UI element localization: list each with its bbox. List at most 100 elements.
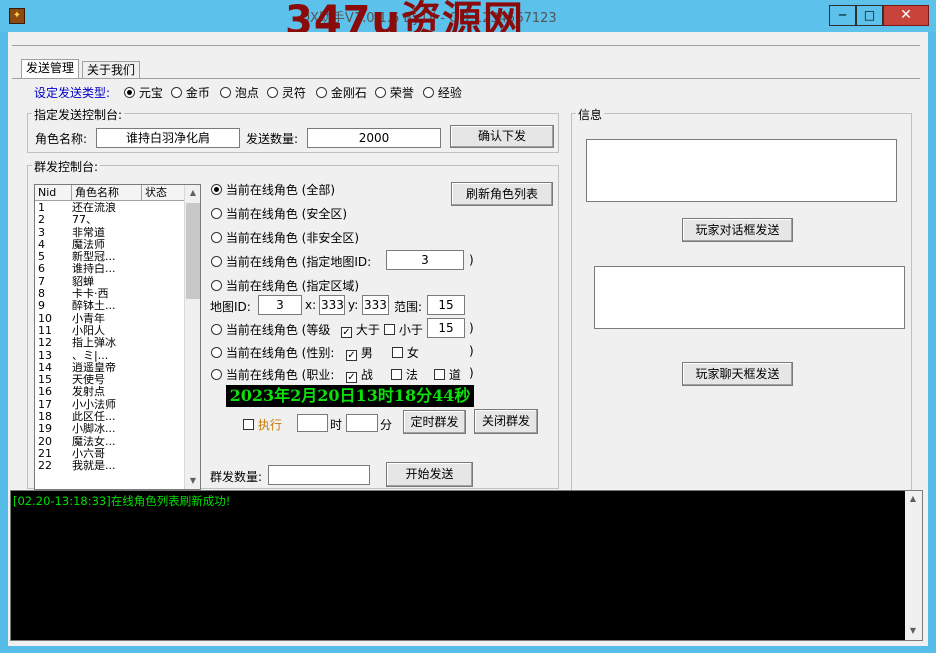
list-item[interactable]: 12 指上弹冰 — [35, 337, 185, 349]
mass-count-input[interactable] — [268, 465, 370, 485]
role-name-input[interactable]: 谁持白羽净化肩 — [96, 128, 240, 148]
dialog-send-button[interactable]: 玩家对话框发送 — [682, 218, 793, 242]
scroll-up-icon[interactable]: ▲ — [905, 491, 921, 507]
opt-level[interactable]: 当前在线角色 (等级 — [211, 321, 330, 338]
opt-safe-zone[interactable]: 当前在线角色 (安全区) — [211, 205, 347, 222]
list-item[interactable]: 3 非常道 — [35, 227, 185, 239]
job-taoist-check[interactable]: 道 — [434, 366, 461, 383]
close-button[interactable]: ✕ — [883, 5, 929, 26]
area-map-input[interactable]: 3 — [258, 295, 302, 315]
column-role-name[interactable]: 角色名称 — [72, 185, 142, 201]
area-range-input[interactable]: 15 — [427, 295, 465, 315]
list-item[interactable]: 6 谁持白... — [35, 263, 185, 275]
send-type-paodian[interactable]: 泡点 — [220, 84, 259, 101]
gender-female-check[interactable]: 女 — [392, 344, 419, 361]
area-x-input[interactable]: 333 — [319, 295, 345, 315]
list-item[interactable]: 5 新型冠... — [35, 251, 185, 263]
list-item-role-name: 、ミ|... — [72, 349, 109, 362]
send-type-diamond[interactable]: 金刚石 — [316, 84, 367, 101]
level-close: ) — [469, 321, 474, 335]
list-item-role-name: 谁持白... — [72, 263, 116, 276]
opt-job[interactable]: 当前在线角色 (职业: — [211, 366, 334, 383]
minute-input[interactable] — [346, 414, 378, 432]
list-item[interactable]: 21 小六哥 — [35, 448, 185, 460]
list-item[interactable]: 16 发射点 — [35, 386, 185, 398]
close-mass-send-button[interactable]: 关闭群发 — [474, 409, 538, 434]
single-send-group-label: 指定发送控制台: — [32, 106, 125, 123]
send-type-yuanbao[interactable]: 元宝 — [124, 84, 163, 101]
opt-unsafe-zone[interactable]: 当前在线角色 (非安全区) — [211, 229, 359, 246]
list-item[interactable]: 13 、ミ|... — [35, 350, 185, 362]
list-item-role-name: 小六哥 — [72, 447, 105, 460]
send-type-honor[interactable]: 荣誉 — [375, 84, 414, 101]
opt-all-online[interactable]: 当前在线角色 (全部) — [211, 181, 335, 198]
list-item[interactable]: 22 我就是... — [35, 460, 185, 472]
confirm-send-button[interactable]: 确认下发 — [450, 125, 554, 148]
list-item-role-name: 醉钵土... — [72, 300, 116, 313]
level-input[interactable]: 15 — [427, 318, 465, 338]
level-lt-check[interactable]: 小于 — [384, 321, 423, 338]
list-item-nid: 2 — [38, 214, 45, 227]
log-console[interactable]: [02.20-13:18:33]在线角色列表刷新成功! ▲ ▼ — [10, 490, 923, 641]
list-item[interactable]: 10 小青年 — [35, 313, 185, 325]
list-item[interactable]: 2 77、 — [35, 214, 185, 226]
scroll-down-icon[interactable]: ▼ — [185, 473, 200, 489]
tab-send-management[interactable]: 发送管理 — [21, 59, 80, 79]
scroll-down-icon[interactable]: ▼ — [905, 623, 921, 639]
info-group-label: 信息 — [576, 106, 605, 123]
list-item[interactable]: 14 逍遥皇帝 — [35, 362, 185, 374]
radio-icon — [211, 280, 222, 291]
tab-about-us[interactable]: 关于我们 — [82, 61, 141, 79]
level-gt-check[interactable]: ✓ 大于 — [341, 321, 380, 338]
chat-send-button[interactable]: 玩家聊天框发送 — [682, 362, 793, 386]
refresh-role-list-button[interactable]: 刷新角色列表 — [451, 182, 553, 206]
radio-icon — [375, 87, 386, 98]
list-item[interactable]: 20 魔法女... — [35, 436, 185, 448]
send-count-label: 发送数量: — [246, 132, 299, 146]
list-item[interactable]: 1 还在流浪 — [35, 202, 185, 214]
list-item[interactable]: 8 卡卡·西 — [35, 288, 185, 300]
opt-gender[interactable]: 当前在线角色 (性别: — [211, 344, 334, 361]
list-item[interactable]: 18 此区任... — [35, 411, 185, 423]
map-id-input[interactable]: 3 — [386, 250, 464, 270]
scroll-up-icon[interactable]: ▲ — [185, 185, 200, 201]
maximize-button[interactable]: □ — [856, 5, 883, 26]
checkbox-icon — [384, 324, 395, 335]
opt-area[interactable]: 当前在线角色 (指定区域) — [211, 277, 359, 294]
minimize-button[interactable]: ─ — [829, 5, 856, 26]
scroll-thumb[interactable] — [186, 203, 200, 299]
list-item[interactable]: 4 魔法师 — [35, 239, 185, 251]
job-mage-check[interactable]: 法 — [391, 366, 418, 383]
checkbox-icon — [392, 347, 403, 358]
column-nid[interactable]: Nid — [35, 185, 72, 201]
job-warrior-check[interactable]: ✓ 战 — [346, 366, 373, 383]
dialog-textarea[interactable] — [586, 139, 897, 202]
list-item-nid: 3 — [38, 226, 45, 239]
list-item[interactable]: 17 小小法师 — [35, 399, 185, 411]
list-item-role-name: 小脚冰... — [72, 423, 116, 436]
send-type-gold[interactable]: 金币 — [171, 84, 210, 101]
list-item[interactable]: 19 小脚冰... — [35, 423, 185, 435]
send-type-exp[interactable]: 经验 — [423, 84, 462, 101]
chat-textarea[interactable] — [594, 266, 905, 329]
list-item[interactable]: 9 醉钵土... — [35, 300, 185, 312]
list-item-role-name: 非常道 — [72, 226, 105, 239]
map-id-close: ) — [469, 253, 474, 267]
role-list[interactable]: Nid 角色名称 状态 1 还在流浪 2 77、 3 非常道 4 魔法师 5 新型冠... 6 谁持白… — [34, 184, 201, 490]
list-item[interactable]: 7 貂蝉 — [35, 276, 185, 288]
send-type-lingfu[interactable]: 灵符 — [267, 84, 306, 101]
list-item[interactable]: 11 小阳人 — [35, 325, 185, 337]
hour-input[interactable] — [297, 414, 328, 432]
column-status[interactable]: 状态 — [142, 185, 185, 201]
gender-close: ) — [469, 344, 474, 358]
exec-check[interactable]: 执行 — [243, 416, 282, 433]
gender-male-check[interactable]: ✓ 男 — [346, 344, 373, 361]
send-count-input[interactable]: 2000 — [307, 128, 441, 148]
start-send-button[interactable]: 开始发送 — [386, 462, 473, 487]
timed-send-button[interactable]: 定时群发 — [403, 410, 466, 434]
list-item[interactable]: 15 天使号 — [35, 374, 185, 386]
area-y-input[interactable]: 333 — [362, 295, 389, 315]
opt-map-id[interactable]: 当前在线角色 (指定地图ID: — [211, 253, 371, 270]
role-list-scrollbar[interactable]: ▲ ▼ — [184, 185, 200, 489]
log-scrollbar[interactable]: ▲ ▼ — [905, 491, 922, 640]
